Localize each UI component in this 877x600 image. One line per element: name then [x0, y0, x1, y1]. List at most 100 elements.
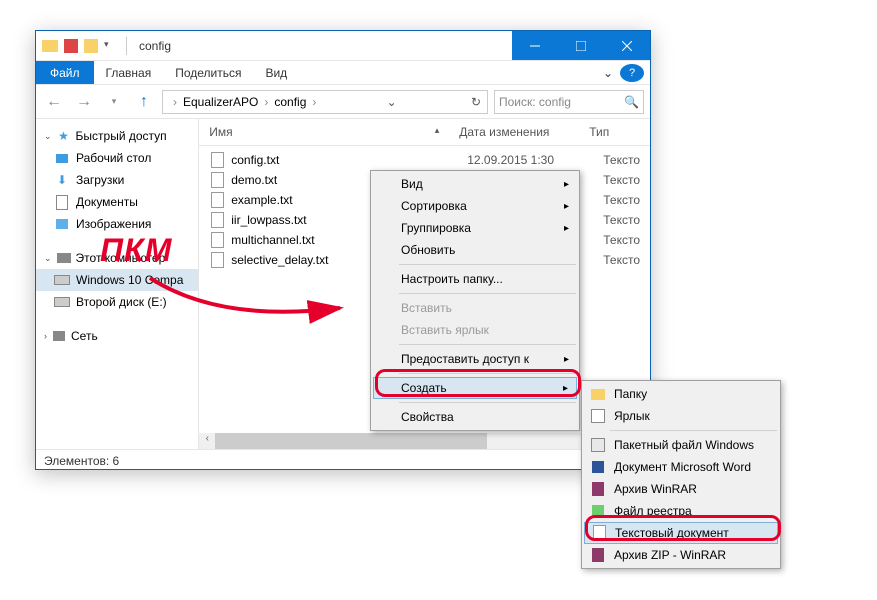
- label: Документ Microsoft Word: [614, 460, 751, 474]
- home-tab[interactable]: Главная: [94, 66, 164, 80]
- menu-new-zip[interactable]: Архив ZIP - WinRAR: [584, 544, 778, 566]
- column-name[interactable]: Имя▴: [199, 119, 449, 145]
- label: Создать: [401, 381, 447, 395]
- label: Архив WinRAR: [614, 482, 697, 496]
- back-button[interactable]: ←: [42, 90, 66, 114]
- scroll-thumb[interactable]: [215, 433, 487, 449]
- label: Загрузки: [76, 173, 124, 187]
- label: Вставить: [401, 301, 452, 315]
- downloads-icon: ⬇: [54, 172, 70, 188]
- label: Группировка: [401, 221, 471, 235]
- text-file-icon: [209, 232, 225, 248]
- sort-indicator-icon: ▴: [435, 125, 440, 136]
- menu-give-access[interactable]: Предоставить доступ к▸: [373, 348, 577, 370]
- menu-new-batch[interactable]: Пакетный файл Windows: [584, 434, 778, 456]
- breadcrumb[interactable]: EqualizerAPO: [179, 95, 262, 109]
- file-type: Тексто: [603, 193, 640, 207]
- column-modified[interactable]: Дата изменения: [449, 119, 579, 145]
- pc-icon: [56, 250, 72, 266]
- close-button[interactable]: [604, 31, 650, 60]
- menu-refresh[interactable]: Обновить: [373, 239, 577, 261]
- qat-properties-icon[interactable]: [64, 39, 78, 53]
- desktop-icon: [54, 150, 70, 166]
- menu-new-word[interactable]: Документ Microsoft Word: [584, 456, 778, 478]
- minimize-button[interactable]: [512, 31, 558, 60]
- window-title: config: [135, 39, 171, 53]
- submenu-arrow-icon: ▸: [564, 179, 569, 190]
- registry-icon: [590, 503, 606, 519]
- file-type: Тексто: [603, 233, 640, 247]
- text-file-icon: [209, 212, 225, 228]
- label: Пакетный файл Windows: [614, 438, 754, 452]
- annotation-arrow: [140, 268, 360, 338]
- search-input[interactable]: Поиск: config 🔍: [494, 90, 644, 114]
- menu-new-text[interactable]: Текстовый документ: [584, 522, 778, 544]
- drive-icon: [54, 294, 70, 310]
- drive-icon: [54, 272, 70, 288]
- address-bar: ← → ▾ ↑ › EqualizerAPO › config › ⌄ ↻ По…: [36, 85, 650, 119]
- qat-dropdown-icon[interactable]: ▾: [104, 39, 118, 53]
- sidebar-downloads[interactable]: ⬇ Загрузки: [36, 169, 198, 191]
- share-tab[interactable]: Поделиться: [163, 66, 253, 80]
- winrar-icon: [590, 547, 606, 563]
- menu-new-reg[interactable]: Файл реестра: [584, 500, 778, 522]
- label: Изображения: [76, 217, 151, 231]
- scroll-left-button[interactable]: ‹: [199, 433, 215, 449]
- sidebar-documents[interactable]: Документы: [36, 191, 198, 213]
- recent-dropdown[interactable]: ▾: [102, 90, 126, 114]
- menu-new-shortcut[interactable]: Ярлык: [584, 405, 778, 427]
- image-icon: [54, 216, 70, 232]
- file-type: Тексто: [603, 153, 640, 167]
- address-dropdown-icon[interactable]: ⌄: [381, 95, 403, 109]
- up-button[interactable]: ↑: [132, 90, 156, 114]
- submenu-arrow-icon: ▸: [564, 354, 569, 365]
- qat-new-folder-icon[interactable]: [84, 39, 98, 53]
- chevron-right-icon: ›: [310, 95, 318, 109]
- folder-icon: [590, 386, 606, 402]
- menu-properties[interactable]: Свойства: [373, 406, 577, 428]
- label: Файл реестра: [614, 504, 692, 518]
- star-icon: ★: [56, 128, 72, 144]
- file-tab[interactable]: Файл: [36, 61, 94, 84]
- menu-paste: Вставить: [373, 297, 577, 319]
- text-file-icon: [209, 252, 225, 268]
- refresh-button[interactable]: ↻: [465, 95, 487, 109]
- forward-button[interactable]: →: [72, 90, 96, 114]
- menu-new-winrar[interactable]: Архив WinRAR: [584, 478, 778, 500]
- menu-view[interactable]: Вид▸: [373, 173, 577, 195]
- create-submenu: Папку Ярлык Пакетный файл Windows Докуме…: [581, 380, 781, 569]
- label: Обновить: [401, 243, 455, 257]
- sidebar-quick-access[interactable]: ⌄★Быстрый доступ: [36, 125, 198, 147]
- submenu-arrow-icon: ▸: [563, 383, 568, 394]
- word-icon: [590, 459, 606, 475]
- menu-group[interactable]: Группировка▸: [373, 217, 577, 239]
- breadcrumb[interactable]: config: [270, 95, 310, 109]
- ribbon-expand-icon[interactable]: ⌄: [596, 66, 620, 80]
- help-button[interactable]: ?: [620, 64, 644, 82]
- label: Настроить папку...: [401, 272, 503, 286]
- view-tab[interactable]: Вид: [253, 66, 299, 80]
- address-field[interactable]: › EqualizerAPO › config › ⌄ ↻: [162, 90, 488, 114]
- menu-create[interactable]: Создать ▸: [373, 377, 577, 399]
- ribbon: Файл Главная Поделиться Вид ⌄ ?: [36, 61, 650, 85]
- divider: [126, 37, 127, 55]
- menu-customize-folder[interactable]: Настроить папку...: [373, 268, 577, 290]
- item-count: Элементов: 6: [44, 454, 119, 468]
- maximize-button[interactable]: [558, 31, 604, 60]
- label: Вставить ярлык: [401, 323, 489, 337]
- menu-sort[interactable]: Сортировка▸: [373, 195, 577, 217]
- titlebar: ▾ config: [36, 31, 650, 61]
- label: Быстрый доступ: [76, 129, 167, 143]
- shortcut-icon: [590, 408, 606, 424]
- file-name: config.txt: [231, 153, 461, 167]
- search-icon: 🔍: [624, 95, 639, 109]
- document-icon: [54, 194, 70, 210]
- menu-new-folder[interactable]: Папку: [584, 383, 778, 405]
- menu-separator: [610, 430, 777, 431]
- file-type: Тексто: [603, 213, 640, 227]
- column-type[interactable]: Тип: [579, 119, 619, 145]
- file-row[interactable]: config.txt12.09.2015 1:30Тексто: [199, 150, 650, 170]
- sidebar-desktop[interactable]: Рабочий стол: [36, 147, 198, 169]
- label: Сортировка: [401, 199, 467, 213]
- menu-separator: [399, 373, 576, 374]
